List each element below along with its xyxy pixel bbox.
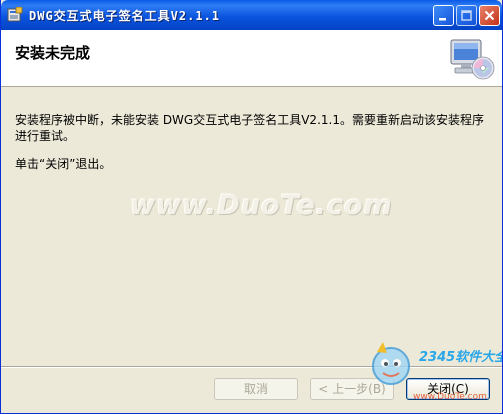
close-icon	[484, 10, 495, 21]
cancel-button[interactable]: 取消	[214, 378, 298, 400]
minimize-button[interactable]	[433, 5, 454, 26]
maximize-button[interactable]	[456, 5, 477, 26]
watermark-text: www.DuoTe.com	[130, 190, 393, 221]
window-title: DWG交互式电子签名工具V2.1.1	[29, 9, 221, 23]
interrupted-message: 安装程序被中断，未能安装 DWG交互式电子签名工具V2.1.1。需要重新启动该安…	[15, 113, 484, 143]
installer-app-icon	[7, 7, 23, 22]
minimize-icon	[439, 18, 446, 21]
installer-window: DWG交互式电子签名工具V2.1.1 安装未完成 安装程序被中断，未能安装 DW…	[0, 0, 503, 414]
close-window-button[interactable]	[479, 5, 500, 26]
corner-logo-text: 2345软件大全	[419, 350, 503, 365]
header-banner: 安装未完成	[1, 30, 502, 87]
computer-cd-icon	[450, 39, 495, 80]
mascot-logo-icon	[372, 342, 410, 385]
corner-logo-url: www.DuoTe.com	[413, 392, 487, 402]
corner-watermark-logo: 2345软件大全 www.DuoTe.com	[365, 336, 502, 412]
title-bar[interactable]: DWG交互式电子签名工具V2.1.1	[1, 0, 502, 30]
exit-instruction: 单击“关闭”退出。	[15, 157, 112, 171]
page-title: 安装未完成	[15, 44, 91, 62]
maximize-icon	[461, 10, 472, 21]
message-area: 安装程序被中断，未能安装 DWG交互式电子签名工具V2.1.1。需要重新启动该安…	[15, 112, 495, 172]
